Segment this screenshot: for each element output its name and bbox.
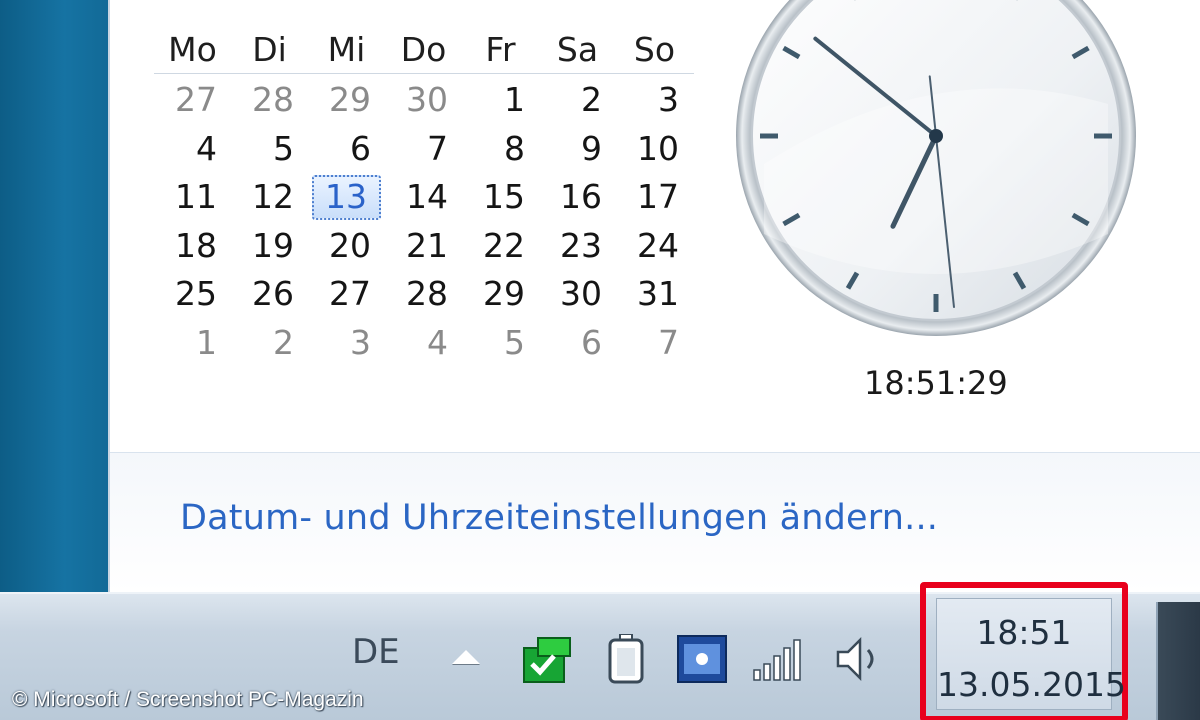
calendar-day[interactable]: 5 <box>462 319 539 368</box>
calendar-day[interactable]: 29 <box>308 76 385 125</box>
copyright-caption: © Microsoft / Screenshot PC-Magazin <box>12 688 364 711</box>
calendar-day[interactable]: 1 <box>462 76 539 125</box>
show-hidden-icons-arrow-icon[interactable] <box>452 650 480 664</box>
battery-icon[interactable] <box>600 634 658 684</box>
calendar-day[interactable]: 27 <box>308 270 385 319</box>
taskbar-time: 18:51 <box>976 613 1072 652</box>
calendar-day[interactable]: 15 <box>462 173 539 222</box>
taskbar: DE 18:51 13.05.2015 © Microsoft / Screen… <box>0 582 1200 720</box>
calendar-day[interactable]: 9 <box>539 125 616 174</box>
calendar-day[interactable]: 19 <box>231 222 308 271</box>
weekday-header: Mi <box>327 30 366 69</box>
action-center-flag-icon[interactable] <box>520 634 578 684</box>
calendar-weekday-header: Mo Di Mi Do Fr Sa So <box>154 26 694 74</box>
taskbar-date: 13.05.2015 <box>937 665 1126 704</box>
calendar: Mo Di Mi Do Fr Sa So 27 28 29 30 1 2 3 4 5 6 7 8 9 10 11 12 13… <box>154 26 694 367</box>
weekday-header: So <box>633 30 676 69</box>
language-indicator[interactable]: DE <box>352 632 400 672</box>
calendar-day[interactable]: 2 <box>231 319 308 368</box>
calendar-day[interactable]: 4 <box>154 125 231 174</box>
calendar-day[interactable]: 21 <box>385 222 462 271</box>
taskbar-clock[interactable]: 18:51 13.05.2015 <box>936 598 1126 710</box>
calendar-day[interactable]: 17 <box>616 173 693 222</box>
calendar-day[interactable]: 11 <box>154 173 231 222</box>
calendar-day[interactable]: 22 <box>462 222 539 271</box>
calendar-day[interactable]: 6 <box>539 319 616 368</box>
calendar-day-today[interactable]: 13 <box>308 173 385 222</box>
calendar-day[interactable]: 26 <box>231 270 308 319</box>
calendar-day[interactable]: 4 <box>385 319 462 368</box>
calendar-days-grid: 27 28 29 30 1 2 3 4 5 6 7 8 9 10 11 12 13 14 15 16 17 18 19 20 2… <box>154 76 694 367</box>
calendar-day[interactable]: 7 <box>385 125 462 174</box>
calendar-day[interactable]: 12 <box>231 173 308 222</box>
calendar-day[interactable]: 31 <box>616 270 693 319</box>
calendar-day[interactable]: 10 <box>616 125 693 174</box>
analog-clock <box>736 0 1136 336</box>
calendar-day[interactable]: 24 <box>616 222 693 271</box>
calendar-day[interactable]: 16 <box>539 173 616 222</box>
calendar-day[interactable]: 6 <box>308 125 385 174</box>
app-tray-icon[interactable] <box>674 634 732 684</box>
calendar-day[interactable]: 18 <box>154 222 231 271</box>
calendar-day[interactable]: 3 <box>308 319 385 368</box>
change-date-time-settings-link[interactable]: Datum- und Uhrzeiteinstellungen ändern..… <box>180 498 938 538</box>
show-desktop-button[interactable] <box>1156 602 1200 720</box>
calendar-day[interactable]: 27 <box>154 76 231 125</box>
weekday-header: Di <box>252 30 287 69</box>
network-signal-icon[interactable] <box>748 634 806 684</box>
calendar-day[interactable]: 28 <box>231 76 308 125</box>
weekday-header: Fr <box>485 30 516 69</box>
calendar-day[interactable]: 23 <box>539 222 616 271</box>
clock-center <box>929 129 943 143</box>
taskbar-clock-highlight: 18:51 13.05.2015 <box>920 582 1128 720</box>
calendar-day[interactable]: 30 <box>539 270 616 319</box>
calendar-day[interactable]: 30 <box>385 76 462 125</box>
calendar-day[interactable]: 3 <box>616 76 693 125</box>
calendar-day[interactable]: 20 <box>308 222 385 271</box>
weekday-header: Mo <box>168 30 217 69</box>
speaker-icon[interactable] <box>832 634 890 684</box>
calendar-day[interactable]: 7 <box>616 319 693 368</box>
calendar-day[interactable]: 8 <box>462 125 539 174</box>
calendar-day[interactable]: 28 <box>385 270 462 319</box>
calendar-day[interactable]: 25 <box>154 270 231 319</box>
digital-time: 18:51:29 <box>864 364 1008 402</box>
weekday-header: Do <box>400 30 447 69</box>
weekday-header: Sa <box>556 30 599 69</box>
calendar-day[interactable]: 1 <box>154 319 231 368</box>
calendar-day[interactable]: 29 <box>462 270 539 319</box>
calendar-day[interactable]: 2 <box>539 76 616 125</box>
calendar-day[interactable]: 14 <box>385 173 462 222</box>
calendar-day[interactable]: 5 <box>231 125 308 174</box>
desktop-background <box>0 0 108 592</box>
